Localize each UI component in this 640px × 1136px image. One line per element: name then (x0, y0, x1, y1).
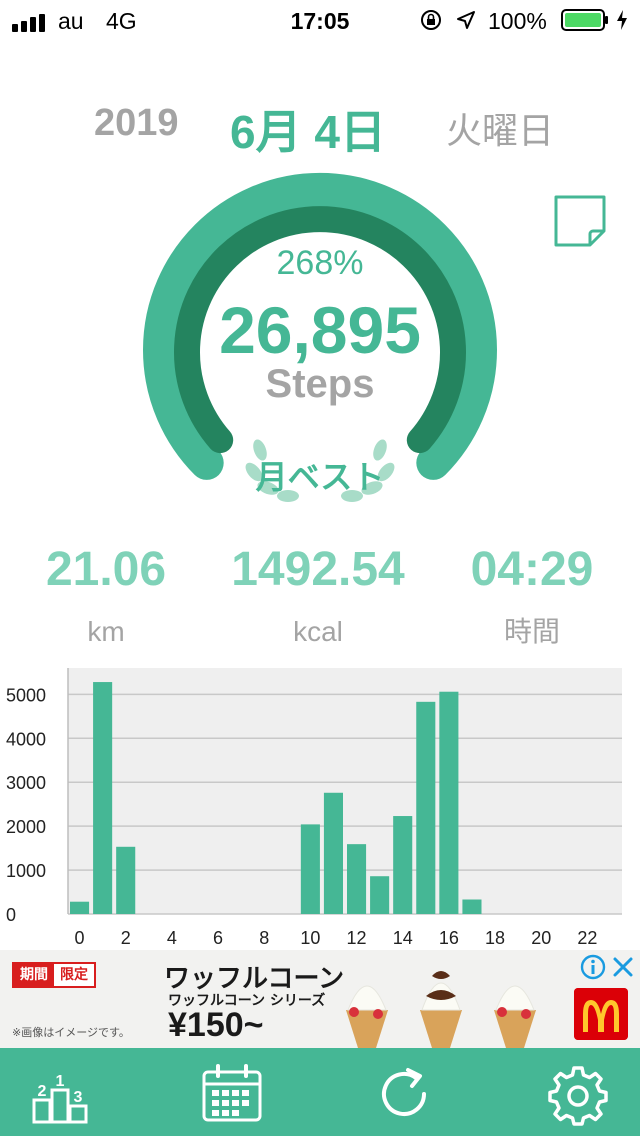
ad-info-icon[interactable] (580, 954, 606, 980)
location-arrow-icon (457, 11, 475, 29)
chart-bar (347, 844, 367, 914)
duration-stat: 04:29 時間 (432, 540, 632, 650)
orientation-lock-icon (421, 10, 441, 30)
date-weekday: 火曜日 (446, 111, 555, 152)
chart-bar (300, 824, 320, 914)
calories-stat: 1492.54 kcal (218, 540, 418, 650)
ad-note: ※画像はイメージです。 (12, 1026, 130, 1039)
distance-value: 21.06 (45, 543, 167, 596)
svg-text:1: 1 (56, 1073, 65, 1090)
chart-plot-area (68, 668, 622, 914)
y-tick-label: 2000 (6, 817, 46, 837)
x-tick-label: 20 (531, 928, 551, 948)
ad-ice-cream-image (346, 971, 536, 1048)
chart-bar (462, 899, 482, 914)
x-tick-label: 0 (75, 928, 85, 948)
calories-value: 1492.54 (231, 543, 405, 596)
step-unit-label: Steps (265, 362, 375, 406)
battery-icon (561, 9, 608, 31)
svg-text:2: 2 (38, 1083, 47, 1100)
y-tick-label: 4000 (6, 729, 46, 749)
step-count: 26,895 (219, 293, 421, 367)
ranking-podium-icon[interactable]: 213 (28, 1062, 92, 1126)
ad-badge-period: 期間 (14, 964, 54, 986)
x-tick-label: 6 (213, 928, 223, 948)
status-bar: au 4G 17:05 100% (0, 0, 640, 40)
monthly-best-label: 月ベスト (255, 458, 385, 496)
date-year: 2019 (94, 102, 179, 144)
chart-bar (93, 682, 113, 914)
goal-percent: 268% (276, 244, 364, 282)
distance-stat: 21.06 km (6, 540, 206, 650)
chart-bar (393, 816, 413, 914)
hourly-steps-chart: 0 1000 2000 3000 4000 5000 0 2 4 6 8 10 12 14 16 18 20 22 (6, 668, 622, 948)
ad-badge-limited: 限定 (60, 967, 88, 983)
date-header: 2019 6月 4日 火曜日 (0, 96, 640, 158)
distance-unit: km (87, 616, 125, 647)
x-tick-label: 8 (259, 928, 269, 948)
chart-bar (416, 701, 436, 914)
x-tick-label: 12 (347, 928, 367, 948)
duration-value: 04:29 (470, 543, 594, 596)
svg-text:3: 3 (74, 1089, 83, 1106)
duration-unit: 時間 (503, 615, 560, 648)
ad-limited-badge: 期間 限定 (12, 962, 96, 988)
calendar-icon[interactable] (200, 1062, 264, 1126)
ad-price: ¥150~ (168, 1006, 264, 1044)
x-tick-label: 2 (121, 928, 131, 948)
battery-percent: 100% (488, 8, 547, 34)
ad-banner[interactable]: 期間 限定 ワッフルコーン ワッフルコーン シリーズ ¥150~ ※画像はイメー… (0, 950, 640, 1048)
x-tick-label: 4 (167, 928, 177, 948)
x-tick-label: 22 (577, 928, 597, 948)
date-month-day[interactable]: 6月 4日 (230, 96, 386, 162)
charging-bolt-icon (617, 10, 627, 30)
chart-bar (323, 792, 343, 914)
x-tick-label: 10 (300, 928, 320, 948)
settings-gear-icon[interactable] (546, 1062, 610, 1126)
x-tick-label: 18 (485, 928, 505, 948)
sticky-note-icon[interactable] (553, 194, 607, 248)
refresh-icon[interactable] (372, 1062, 436, 1126)
x-tick-label: 16 (439, 928, 459, 948)
y-tick-label: 0 (6, 905, 16, 925)
chart-bar (370, 876, 390, 914)
mcdonalds-logo (574, 988, 628, 1040)
y-tick-label: 1000 (6, 861, 46, 881)
tab-bar: 213 (0, 1048, 640, 1136)
chart-bar (439, 691, 459, 914)
chart-bar (70, 901, 90, 914)
chart-bar (116, 846, 136, 914)
x-tick-label: 14 (393, 928, 413, 948)
ad-close-icon[interactable] (610, 954, 636, 980)
y-tick-label: 5000 (6, 685, 46, 705)
calories-unit: kcal (293, 616, 343, 647)
y-tick-label: 3000 (6, 773, 46, 793)
